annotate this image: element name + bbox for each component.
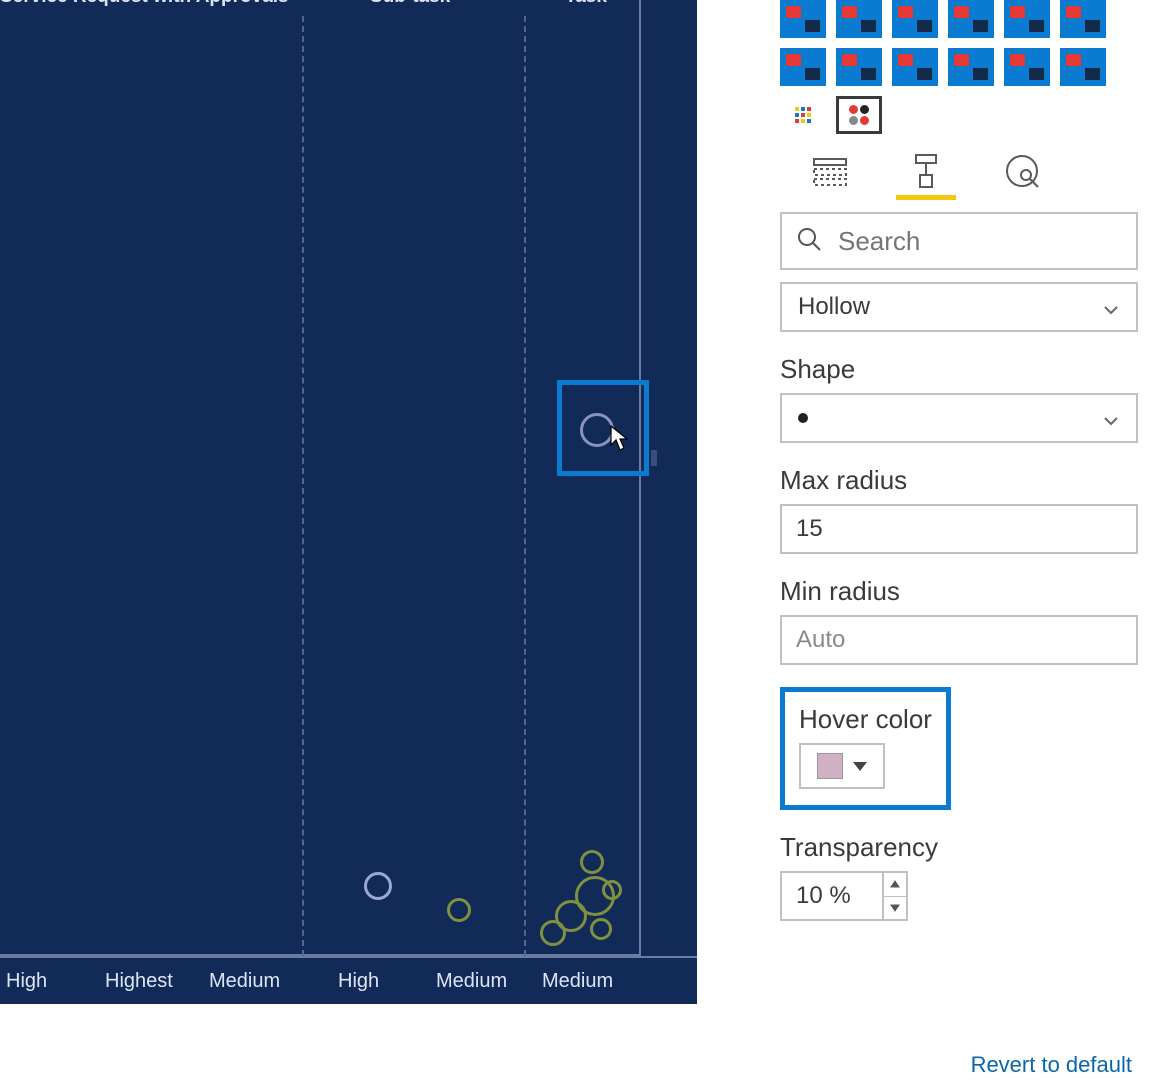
hovered-point-highlight[interactable]	[557, 380, 649, 476]
max-radius-input[interactable]: 15	[780, 504, 1138, 554]
custom-visual-icon[interactable]	[948, 0, 994, 38]
color-swatch	[817, 753, 843, 779]
data-point-marker[interactable]	[590, 918, 612, 940]
shape-circle-icon	[798, 413, 808, 423]
min-radius-placeholder: Auto	[796, 626, 845, 654]
transparency-label: Transparency	[780, 832, 1138, 863]
shape-label: Shape	[780, 354, 1138, 385]
plot-border	[0, 0, 641, 956]
min-radius-label: Min radius	[780, 576, 1138, 607]
axis-label: Highest	[105, 970, 173, 993]
data-point-marker[interactable]	[580, 850, 604, 874]
custom-visual-icon[interactable]	[948, 48, 994, 86]
spinner-buttons	[882, 873, 906, 919]
format-panel: Hollow Shape Max radius 15 Min radius Au…	[766, 0, 1152, 1080]
custom-visual-icon[interactable]	[836, 0, 882, 38]
axis-label: Medium	[436, 970, 507, 993]
custom-visual-icon[interactable]	[1004, 0, 1050, 38]
custom-visual-icon[interactable]	[1004, 48, 1050, 86]
x-axis-labels: High Highest Medium High Medium Medium	[0, 956, 697, 1004]
revert-to-default-link[interactable]: Revert to default	[971, 1052, 1132, 1078]
column-divider	[302, 16, 304, 956]
transparency-input[interactable]: 10 %	[780, 871, 908, 921]
data-point-marker[interactable]	[540, 920, 566, 946]
chart-scrollbar[interactable]	[651, 450, 657, 466]
transparency-unit: %	[829, 882, 850, 910]
column-divider	[524, 16, 526, 956]
caret-down-icon	[853, 762, 867, 771]
axis-label: Medium	[542, 970, 613, 993]
max-radius-label: Max radius	[780, 465, 1138, 496]
panel-tabs	[780, 150, 1138, 192]
marker-style-dropdown[interactable]: Hollow	[780, 282, 1138, 332]
header-col-1: Service Request with Approvals	[0, 0, 289, 8]
custom-visual-icon[interactable]	[892, 48, 938, 86]
header-col-3: Task	[565, 0, 607, 8]
tab-analytics[interactable]	[998, 150, 1046, 192]
max-radius-value: 15	[796, 515, 823, 543]
tab-fields[interactable]	[806, 150, 854, 192]
cursor-icon	[610, 425, 630, 453]
data-point-marker[interactable]	[580, 413, 614, 447]
custom-visual-icon[interactable]	[1060, 48, 1106, 86]
chart-canvas[interactable]: Service Request with Approvals Sub-task …	[0, 0, 697, 1004]
search-icon	[796, 226, 822, 257]
transparency-value: 10	[796, 882, 823, 910]
spinner-up[interactable]	[884, 873, 906, 897]
header-col-2: Sub-task	[370, 0, 450, 8]
custom-visual-icon[interactable]	[836, 48, 882, 86]
custom-visual-icon[interactable]	[780, 48, 826, 86]
chevron-down-icon	[1102, 298, 1120, 316]
hover-color-group: Hover color	[780, 687, 951, 810]
hover-color-picker[interactable]	[799, 743, 885, 789]
custom-visual-icon[interactable]	[780, 0, 826, 38]
spinner-down[interactable]	[884, 897, 906, 920]
hover-color-label: Hover color	[799, 704, 932, 735]
visualizations-gallery	[780, 0, 1138, 134]
custom-visual-icon[interactable]	[836, 96, 882, 134]
data-point-marker[interactable]	[364, 872, 392, 900]
data-point-marker[interactable]	[447, 898, 471, 922]
format-search[interactable]	[780, 212, 1138, 270]
custom-visual-icon[interactable]	[780, 96, 826, 134]
custom-visual-icon[interactable]	[1060, 0, 1106, 38]
axis-label: High	[6, 970, 47, 993]
search-input[interactable]	[836, 225, 1122, 258]
custom-visual-icon[interactable]	[892, 0, 938, 38]
shape-dropdown[interactable]	[780, 393, 1138, 443]
axis-label: Medium	[209, 970, 280, 993]
chevron-down-icon	[1102, 409, 1120, 427]
min-radius-input[interactable]: Auto	[780, 615, 1138, 665]
data-point-marker[interactable]	[602, 880, 622, 900]
marker-style-value: Hollow	[798, 293, 870, 321]
tab-format[interactable]	[902, 150, 950, 192]
axis-label: High	[338, 970, 379, 993]
